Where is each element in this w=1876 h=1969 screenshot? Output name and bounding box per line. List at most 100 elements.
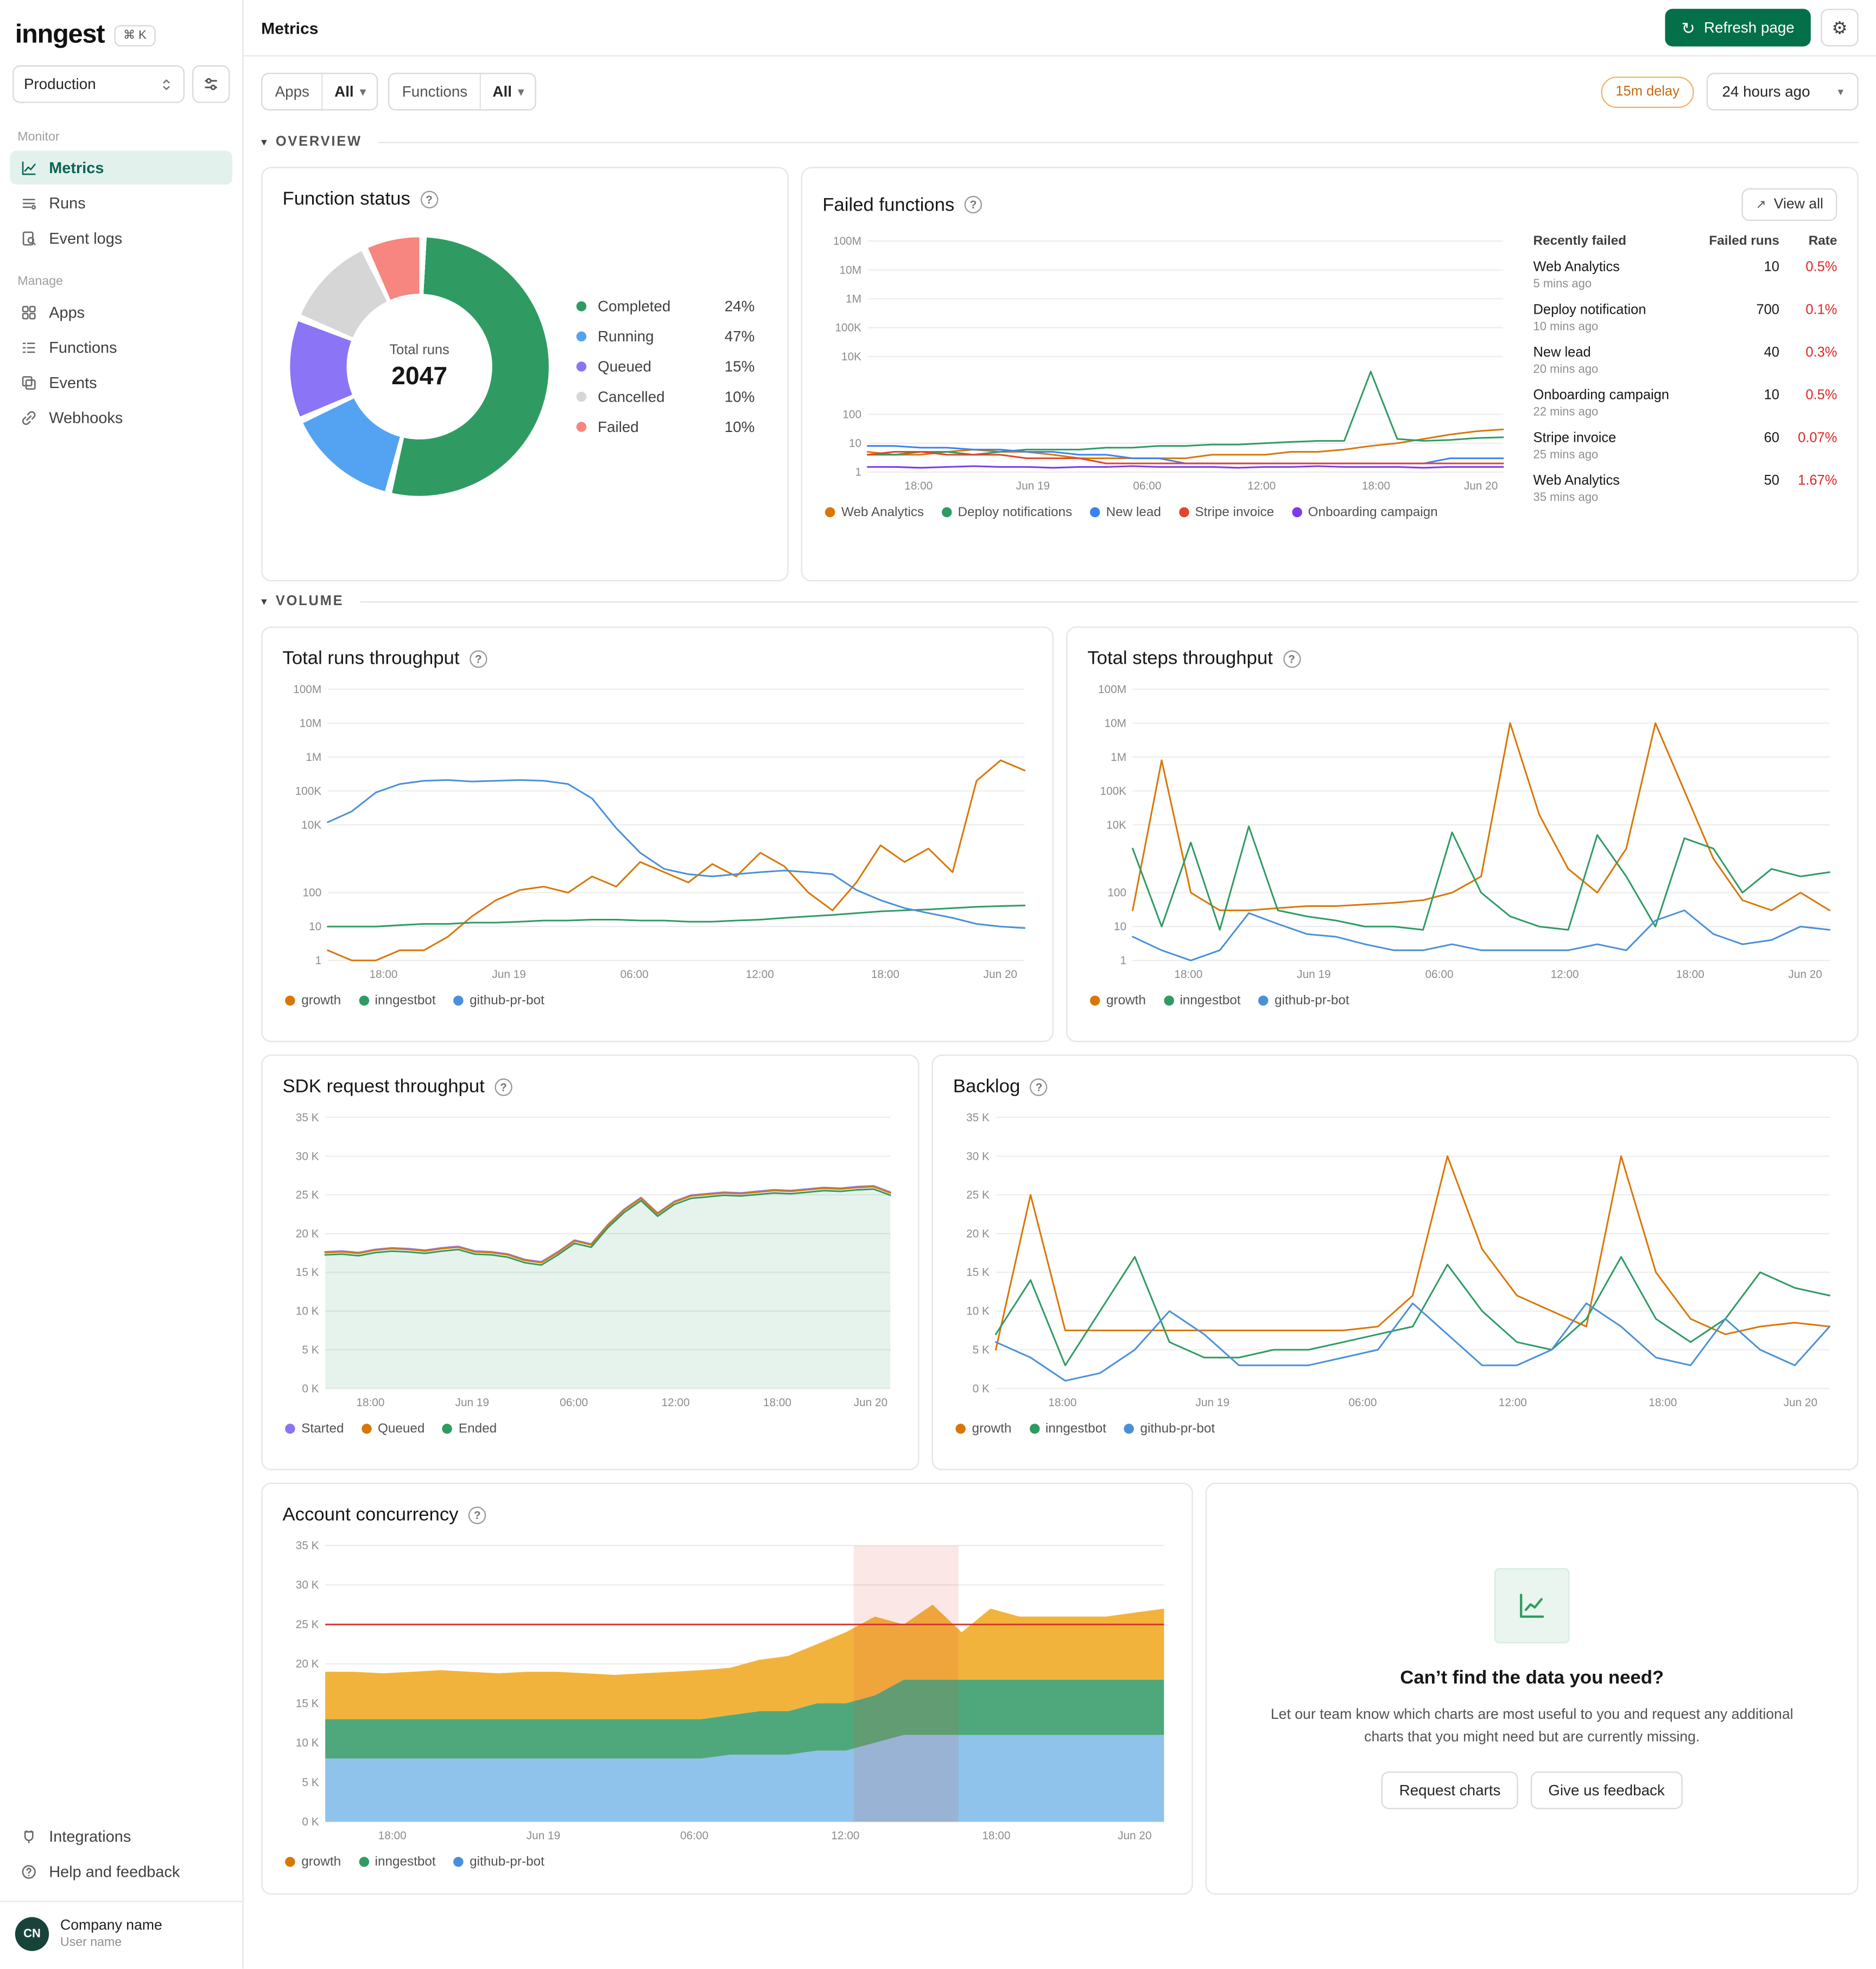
apps-filter-label: Apps [262, 74, 324, 110]
legend-item-github-pr-bot[interactable]: github-pr-bot [1124, 1421, 1215, 1436]
legend-item-github-pr-bot[interactable]: github-pr-bot [453, 993, 544, 1008]
sidebar-item-runs[interactable]: Runs [10, 186, 232, 219]
help-icon[interactable]: ? [964, 195, 983, 214]
sidebar-item-help-and-feedback[interactable]: Help and feedback [10, 1854, 232, 1888]
legend-dot [1089, 507, 1100, 518]
events-icon [20, 373, 37, 391]
legend-item-deploy-notifications[interactable]: Deploy notifications [941, 505, 1072, 520]
svg-text:100K: 100K [295, 785, 322, 797]
legend-dot [1029, 1424, 1040, 1434]
help-circle-icon [20, 1863, 37, 1880]
collapse-volume-button[interactable]: ▾ [261, 595, 267, 607]
legend-item-github-pr-bot[interactable]: github-pr-bot [1258, 993, 1349, 1008]
svg-text:10: 10 [309, 920, 321, 933]
sidebar-item-functions[interactable]: Functions [10, 330, 232, 364]
svg-text:10K: 10K [1106, 819, 1126, 831]
legend-item-growth[interactable]: growth [955, 1421, 1011, 1436]
settings-button[interactable]: ⚙ [1821, 9, 1859, 47]
help-icon[interactable]: ? [1030, 1077, 1048, 1096]
legend-item-started[interactable]: Started [285, 1421, 344, 1436]
sidebar-item-label: Apps [49, 303, 85, 321]
help-icon[interactable]: ? [420, 190, 438, 208]
failed-function-row[interactable]: Stripe invoice 25 mins ago 60 0.07% [1533, 430, 1837, 462]
functions-filter-select[interactable]: All ▾ [481, 74, 535, 109]
view-all-button[interactable]: ↗ View all [1741, 188, 1837, 221]
svg-text:18:00: 18:00 [369, 968, 397, 981]
environment-filter-button[interactable] [192, 65, 230, 103]
svg-text:30 K: 30 K [296, 1579, 319, 1591]
svg-text:18:00: 18:00 [871, 968, 899, 981]
inngest-logo[interactable]: inngest [15, 20, 105, 50]
svg-text:06:00: 06:00 [620, 968, 649, 981]
refresh-page-button[interactable]: ↻ Refresh page [1665, 9, 1811, 47]
request-charts-button[interactable]: Request charts [1381, 1771, 1518, 1809]
sidebar-item-label: Runs [49, 194, 86, 212]
status-legend-item-failed[interactable]: Failed 10% [576, 418, 755, 436]
avatar: CN [15, 1917, 49, 1951]
svg-text:18:00: 18:00 [1362, 480, 1390, 492]
account-menu[interactable]: CN Company name User name [0, 1901, 243, 1958]
legend-item-new-lead[interactable]: New lead [1089, 505, 1161, 520]
legend-item-growth[interactable]: growth [285, 993, 341, 1008]
svg-text:10 K: 10 K [296, 1737, 319, 1749]
legend-item-inngestbot[interactable]: inngestbot [358, 1854, 436, 1870]
time-range-select[interactable]: 24 hours ago ▾ [1707, 73, 1859, 111]
svg-text:30 K: 30 K [966, 1150, 990, 1163]
legend-item-inngestbot[interactable]: inngestbot [1029, 1421, 1106, 1436]
sidebar-item-webhooks[interactable]: Webhooks [10, 401, 232, 434]
event-logs-icon [20, 229, 37, 246]
legend-item-growth[interactable]: growth [1089, 993, 1146, 1008]
failed-function-row[interactable]: Web Analytics 35 mins ago 50 1.67% [1533, 473, 1837, 505]
status-legend-item-cancelled[interactable]: Cancelled 10% [576, 388, 755, 405]
legend-item-onboarding-campaign[interactable]: Onboarding campaign [1291, 505, 1438, 520]
refresh-icon: ↻ [1681, 18, 1695, 37]
help-icon[interactable]: ? [1283, 650, 1301, 668]
svg-text:18:00: 18:00 [763, 1396, 791, 1409]
legend-item-stripe-invoice[interactable]: Stripe invoice [1178, 505, 1274, 520]
account-concurrency-card: Account concurrency ? 35 K 30 K 25 K 20 K 15… [261, 1483, 1193, 1895]
card-title: SDK request throughput [282, 1076, 485, 1097]
failed-function-row[interactable]: New lead 20 mins ago 40 0.3% [1533, 345, 1837, 377]
legend-item-queued[interactable]: Queued [361, 1421, 424, 1436]
legend-item-github-pr-bot[interactable]: github-pr-bot [453, 1854, 544, 1870]
card-title: Function status [282, 188, 410, 210]
page-title: Metrics [261, 18, 319, 37]
function-status-card: Function status ? Total runs 2047 Comple… [261, 167, 789, 582]
command-k-shortcut-badge[interactable]: ⌘ K [114, 24, 156, 46]
legend-item-web-analytics[interactable]: Web Analytics [825, 505, 924, 520]
legend-dot [361, 1424, 372, 1434]
overview-section-label: OVERVIEW [275, 134, 362, 150]
failed-function-row[interactable]: Web Analytics 5 mins ago 10 0.5% [1533, 260, 1837, 291]
failed-function-row[interactable]: Onboarding campaign 22 mins ago 10 0.5% [1533, 388, 1837, 420]
failed-function-row[interactable]: Deploy notification 10 mins ago 700 0.1% [1533, 303, 1837, 334]
help-icon[interactable]: ? [495, 1077, 512, 1096]
legend-item-inngestbot[interactable]: inngestbot [358, 993, 436, 1008]
sidebar-item-integrations[interactable]: Integrations [10, 1819, 232, 1853]
status-legend-item-running[interactable]: Running 47% [576, 328, 755, 345]
donut-center: Total runs 2047 [346, 294, 492, 440]
legend-item-growth[interactable]: growth [285, 1854, 341, 1870]
svg-text:18:00: 18:00 [1676, 968, 1704, 981]
sidebar-item-event-logs[interactable]: Event logs [10, 221, 232, 255]
collapse-overview-button[interactable]: ▾ [261, 136, 267, 148]
apps-filter-select[interactable]: All ▾ [323, 74, 377, 109]
svg-text:06:00: 06:00 [1425, 968, 1453, 981]
legend-item-ended[interactable]: Ended [442, 1421, 497, 1436]
sliders-icon [202, 75, 219, 93]
sidebar-item-apps[interactable]: Apps [10, 295, 232, 329]
sidebar-item-metrics[interactable]: Metrics [10, 150, 232, 185]
status-legend-item-queued[interactable]: Queued 15% [576, 358, 755, 376]
help-icon[interactable]: ? [470, 650, 487, 668]
svg-text:12:00: 12:00 [831, 1830, 859, 1842]
feedback-body: Let our team know which charts are most … [1270, 1707, 1793, 1745]
status-legend-item-completed[interactable]: Completed 24% [576, 297, 755, 315]
give-feedback-button[interactable]: Give us feedback [1530, 1771, 1683, 1809]
environment-select[interactable]: Production [12, 65, 185, 103]
user-name: User name [60, 1936, 122, 1950]
sidebar-item-events[interactable]: Events [10, 365, 232, 399]
updown-chevron-icon [160, 77, 173, 91]
legend-item-inngestbot[interactable]: inngestbot [1163, 993, 1241, 1008]
help-icon[interactable]: ? [468, 1506, 486, 1524]
integrations-icon [20, 1827, 37, 1845]
legend-dot [576, 391, 587, 402]
